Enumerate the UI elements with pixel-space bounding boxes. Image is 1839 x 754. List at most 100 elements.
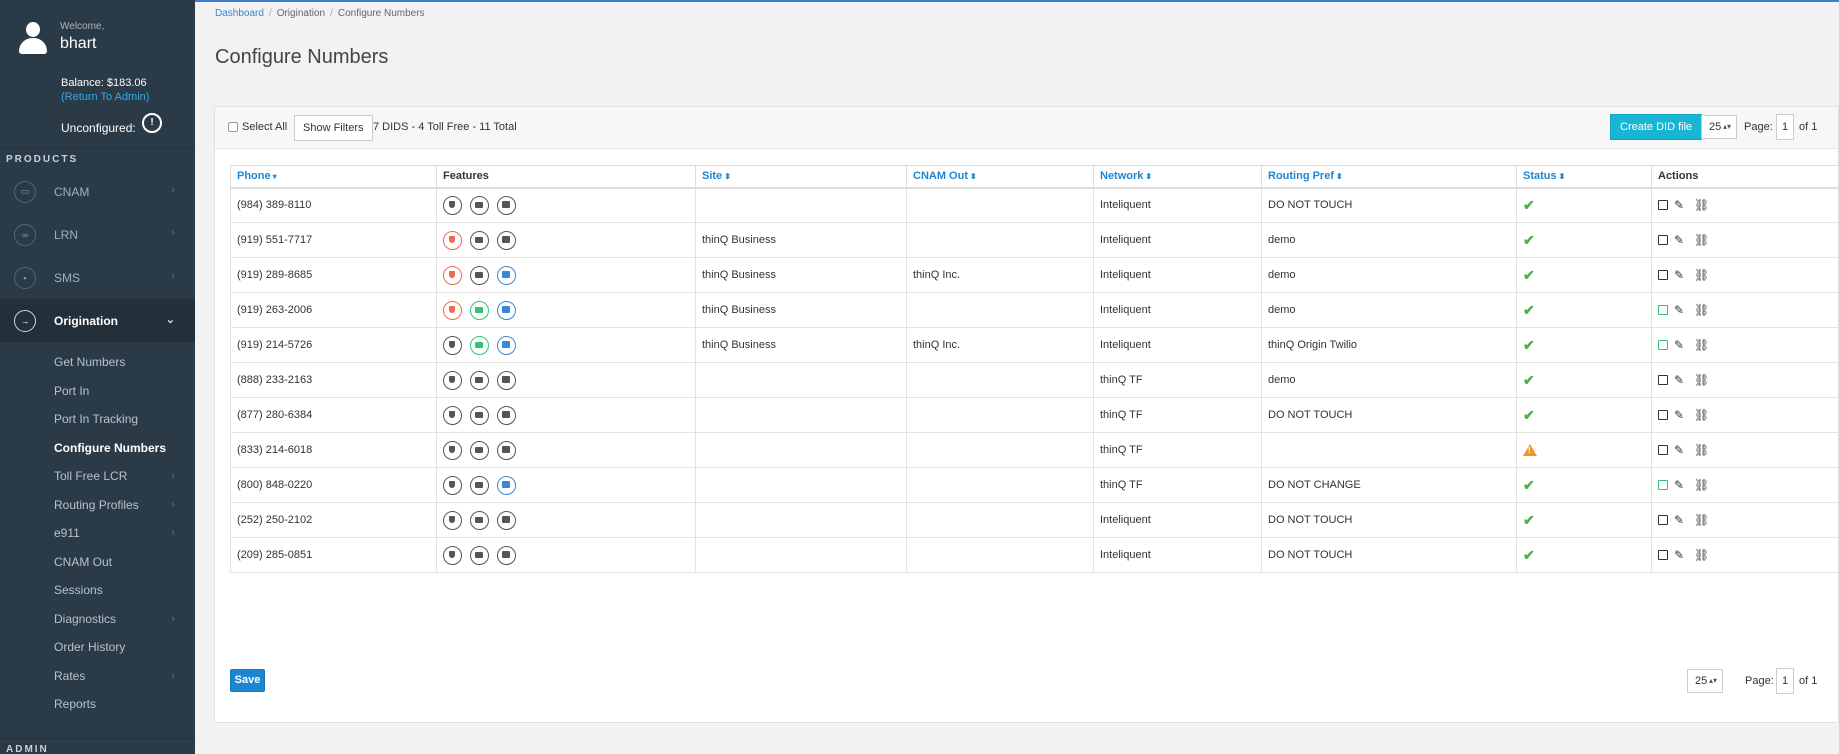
col-header-phone[interactable]: Phone ▾ [230,165,437,189]
sms-feature-icon[interactable] [497,230,516,250]
footer-per-page-select[interactable]: 25 ▴▾ [1687,669,1723,693]
subnav-reports[interactable]: Reports [0,690,195,719]
edit-pencil-icon[interactable]: ✎ [1674,513,1688,527]
unlink-icon[interactable]: ⛓ [1694,233,1709,247]
note-icon[interactable] [1658,480,1668,490]
cnam-feature-icon[interactable] [470,440,489,460]
note-icon[interactable] [1658,200,1668,211]
subnav-get-numbers[interactable]: Get Numbers [0,348,195,377]
unlink-icon[interactable]: ⛓ [1694,478,1709,492]
sms-feature-icon[interactable] [497,265,516,285]
per-page-select[interactable]: 25 ▴▾ [1701,115,1737,139]
security-feature-icon[interactable] [443,440,462,460]
security-feature-icon[interactable] [443,475,462,495]
sidebar-item-origination[interactable]: → Origination ⌄ [0,299,195,342]
security-feature-icon[interactable] [443,405,462,425]
sidebar-item-cnam[interactable]: ▭ CNAM › [0,170,195,213]
cnam-feature-icon[interactable] [470,405,489,425]
edit-pencil-icon[interactable]: ✎ [1674,198,1688,212]
select-all-checkbox[interactable]: Select All [228,121,287,133]
sms-feature-icon[interactable] [497,335,516,355]
security-feature-icon[interactable] [443,335,462,355]
subnav-e911[interactable]: e911 › [0,519,195,548]
security-feature-icon[interactable] [443,300,462,320]
checkbox-icon[interactable] [228,122,238,132]
note-icon[interactable] [1658,305,1668,315]
edit-pencil-icon[interactable]: ✎ [1674,268,1688,282]
edit-pencil-icon[interactable]: ✎ [1674,478,1688,492]
security-feature-icon[interactable] [443,510,462,530]
security-feature-icon[interactable] [443,195,462,215]
create-did-file-button[interactable]: Create DID file [1610,114,1703,140]
sms-feature-icon[interactable] [497,545,516,565]
col-header-network[interactable]: Network ⬍ [1093,165,1262,189]
sidebar-item-lrn[interactable]: ∞ LRN › [0,213,195,256]
note-icon[interactable] [1658,235,1668,245]
unlink-icon[interactable]: ⛓ [1694,443,1709,457]
unlink-icon[interactable]: ⛓ [1694,338,1709,352]
show-filters-button[interactable]: Show Filters [294,115,373,141]
sidebar-item-sms[interactable]: ▪ SMS › [0,256,195,299]
security-feature-icon[interactable] [443,265,462,285]
edit-pencil-icon[interactable]: ✎ [1674,338,1688,352]
subnav-sessions[interactable]: Sessions [0,576,195,605]
subnav-configure-numbers[interactable]: Configure Numbers [0,434,195,463]
edit-pencil-icon[interactable]: ✎ [1674,373,1688,387]
sms-feature-icon[interactable] [497,300,516,320]
cnam-feature-icon[interactable] [470,335,489,355]
unlink-icon[interactable]: ⛓ [1694,548,1709,562]
save-button[interactable]: Save [230,669,265,692]
note-icon[interactable] [1658,410,1668,420]
sms-feature-icon[interactable] [497,510,516,530]
col-header-routing-pref[interactable]: Routing Pref ⬍ [1261,165,1517,189]
cnam-feature-icon[interactable] [470,265,489,285]
alert-icon[interactable]: ! [142,113,162,133]
edit-pencil-icon[interactable]: ✎ [1674,233,1688,247]
cnam-feature-icon[interactable] [470,230,489,250]
col-header-site[interactable]: Site ⬍ [695,165,907,189]
note-icon[interactable] [1658,445,1668,455]
cnam-feature-icon[interactable] [470,195,489,215]
col-header-status[interactable]: Status ⬍ [1516,165,1652,189]
unlink-icon[interactable]: ⛓ [1694,513,1709,527]
unlink-icon[interactable]: ⛓ [1694,198,1709,212]
cnam-feature-icon[interactable] [470,370,489,390]
return-to-admin-link[interactable]: (Return To Admin) [61,91,149,103]
unlink-icon[interactable]: ⛓ [1694,268,1709,282]
sms-feature-icon[interactable] [497,405,516,425]
subnav-rates[interactable]: Rates › [0,662,195,691]
col-header-cnam-out[interactable]: CNAM Out ⬍ [906,165,1094,189]
subnav-port-in-tracking[interactable]: Port In Tracking [0,405,195,434]
edit-pencil-icon[interactable]: ✎ [1674,548,1688,562]
subnav-order-history[interactable]: Order History [0,633,195,662]
note-icon[interactable] [1658,270,1668,280]
edit-pencil-icon[interactable]: ✎ [1674,408,1688,422]
security-feature-icon[interactable] [443,370,462,390]
subnav-cnam-out[interactable]: CNAM Out [0,548,195,577]
subnav-port-in[interactable]: Port In [0,377,195,406]
footer-page-input[interactable]: 1 [1776,668,1794,694]
edit-pencil-icon[interactable]: ✎ [1674,443,1688,457]
sms-feature-icon[interactable] [497,475,516,495]
sms-feature-icon[interactable] [497,370,516,390]
breadcrumb-dashboard[interactable]: Dashboard [215,8,264,19]
cnam-feature-icon[interactable] [470,510,489,530]
cnam-feature-icon[interactable] [470,300,489,320]
breadcrumb-origination[interactable]: Origination [277,8,325,19]
page-input[interactable]: 1 [1776,114,1794,140]
note-icon[interactable] [1658,375,1668,385]
note-icon[interactable] [1658,515,1668,525]
edit-pencil-icon[interactable]: ✎ [1674,303,1688,317]
cnam-feature-icon[interactable] [470,545,489,565]
note-icon[interactable] [1658,340,1668,350]
unlink-icon[interactable]: ⛓ [1694,408,1709,422]
sms-feature-icon[interactable] [497,440,516,460]
unlink-icon[interactable]: ⛓ [1694,373,1709,387]
unlink-icon[interactable]: ⛓ [1694,303,1709,317]
subnav-toll-free-lcr[interactable]: Toll Free LCR › [0,462,195,491]
sms-feature-icon[interactable] [497,195,516,215]
subnav-routing-profiles[interactable]: Routing Profiles › [0,491,195,520]
security-feature-icon[interactable] [443,230,462,250]
note-icon[interactable] [1658,550,1668,560]
cnam-feature-icon[interactable] [470,475,489,495]
